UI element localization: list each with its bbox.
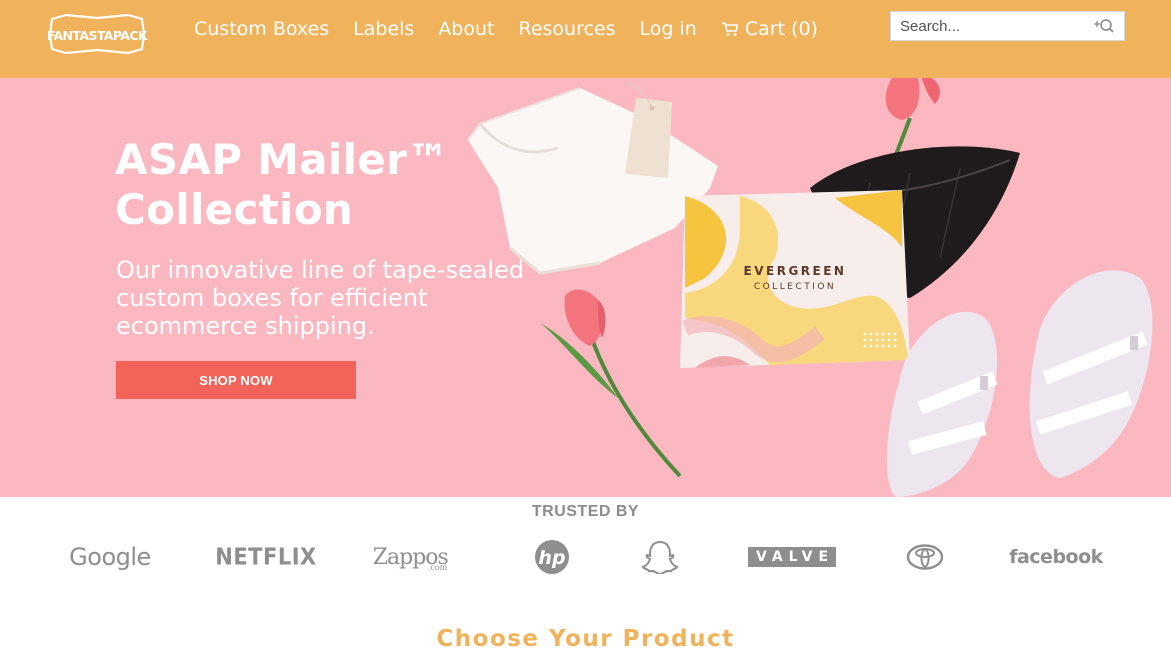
sandals [886,270,1153,497]
cart-label: Cart (0) [744,18,818,40]
trusted-by-heading: TRUSTED BY [531,503,640,520]
zappos-logo-suffix: .com [427,562,448,572]
hp-logo-text: hp [538,547,565,569]
search-input[interactable] [891,12,1091,40]
search-icon[interactable] [1092,17,1114,35]
main-nav: Custom Boxes Labels About Resources Log … [194,18,818,40]
toyota-logo [904,536,946,578]
nav-custom-boxes[interactable]: Custom Boxes [194,18,329,40]
mailer-box: EVERGREEN COLLECTION [680,190,910,368]
box-title: EVERGREEN [744,264,847,278]
hero-banner: EVERGREEN COLLECTION ASAP Mailer™ Collec… [0,78,1171,497]
tshirt-illustration [467,81,718,275]
box-subtitle: COLLECTION [754,282,836,292]
google-logo: Google [69,543,151,571]
logo-text: FANTASTAPACK [47,28,148,43]
nav-cart[interactable]: Cart (0) [721,18,818,40]
facebook-logo: facebook [1009,546,1103,568]
nav-labels[interactable]: Labels [353,18,414,40]
snapchat-icon [642,540,678,574]
snapchat-logo [638,536,682,578]
netflix-logo: NETFLIX [215,544,317,570]
valve-logo: VALVE [747,536,837,578]
search-box [890,11,1125,41]
tulip-bottom [540,289,682,478]
hero-product-photo: EVERGREEN COLLECTION [467,78,1153,497]
site-header: FANTASTAPACK Custom Boxes Labels About R… [0,0,1171,78]
choose-product-heading: Choose Your Product [436,626,735,652]
cart-icon [721,22,739,36]
hero-title: ASAP Mailer™ Collection [115,135,450,234]
toyota-icon [906,544,944,570]
fantastapack-logo[interactable]: FANTASTAPACK [46,11,148,57]
shop-now-button[interactable]: SHOP NOW [116,361,356,399]
zappos-logo: Zappos .com [372,536,468,578]
valve-logo-text: VALVE [747,547,837,567]
hero-subtitle: Our innovative line of tape-sealed custo… [116,256,525,340]
nav-resources[interactable]: Resources [519,18,616,40]
nav-about[interactable]: About [438,18,494,40]
nav-login[interactable]: Log in [640,18,697,40]
hp-logo: hp [530,536,574,578]
